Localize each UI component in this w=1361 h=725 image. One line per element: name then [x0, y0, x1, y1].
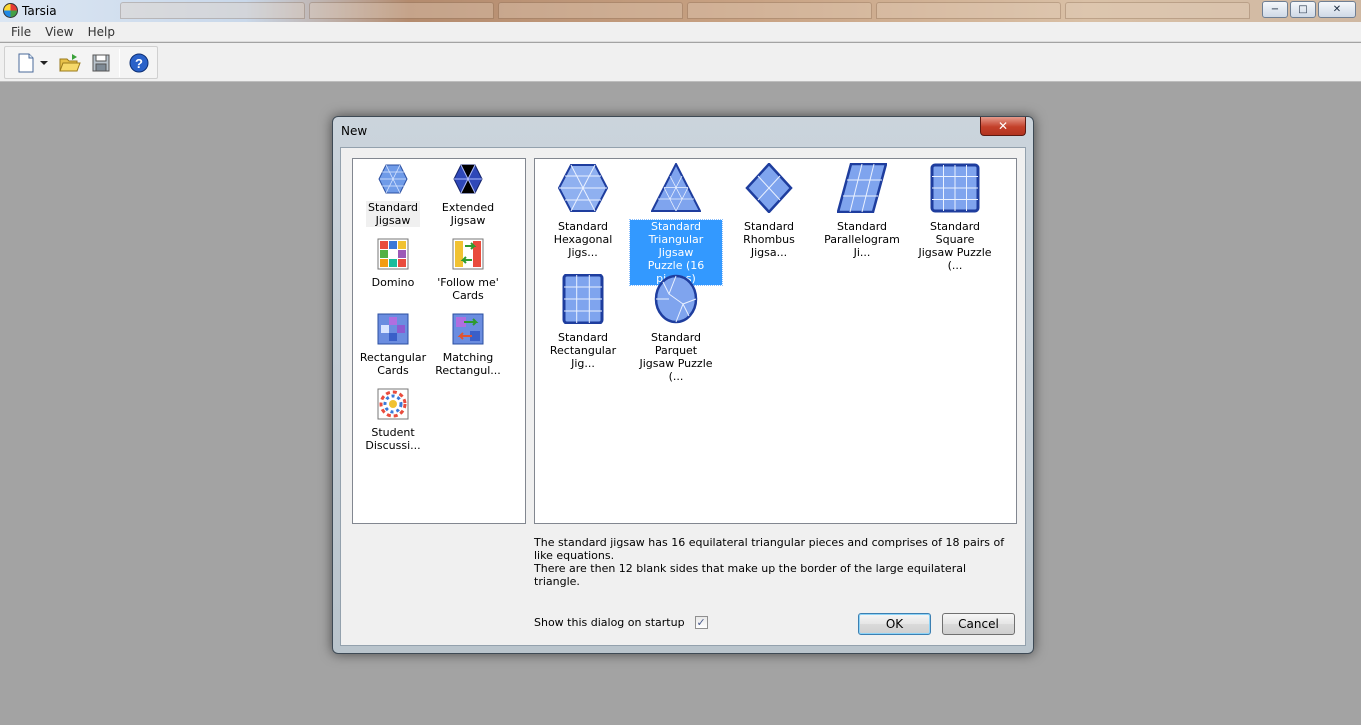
- category-matching-rectangular[interactable]: Matching Rectangul...: [430, 313, 506, 377]
- menu-view[interactable]: View: [38, 25, 80, 39]
- puzzle-label: Standard Rectangular Jig...: [549, 331, 617, 370]
- puzzle-label: Standard Rhombus Jigsa...: [743, 220, 795, 259]
- show-on-startup-label: Show this dialog on startup: [534, 616, 685, 629]
- domino-icon: [377, 238, 409, 270]
- tarsia-app-icon: [3, 3, 18, 18]
- open-button[interactable]: [58, 51, 82, 75]
- category-label: Domino: [371, 276, 415, 289]
- extended-hexagon-icon: [453, 164, 483, 194]
- new-document-button[interactable]: [14, 51, 38, 75]
- puzzle-description: The standard jigsaw has 16 equilateral t…: [534, 536, 1005, 588]
- dialog-close-button[interactable]: ✕: [980, 117, 1026, 136]
- window-title: Tarsia: [22, 4, 57, 18]
- new-dropdown-button[interactable]: [38, 51, 50, 75]
- dialog-body: Standard Jigsaw Extended Jigsaw Domino '…: [340, 147, 1026, 646]
- category-domino[interactable]: Domino: [355, 238, 431, 289]
- ok-button[interactable]: OK: [858, 613, 931, 635]
- rhombus-icon: [745, 162, 793, 214]
- category-list[interactable]: Standard Jigsaw Extended Jigsaw Domino '…: [352, 158, 526, 524]
- category-standard-jigsaw[interactable]: Standard Jigsaw: [355, 163, 431, 227]
- toolbar: ?: [0, 43, 1361, 82]
- page-icon: [18, 53, 34, 73]
- triangle-icon: [650, 161, 702, 212]
- menu-help[interactable]: Help: [81, 25, 122, 39]
- cancel-button[interactable]: Cancel: [942, 613, 1015, 635]
- chevron-down-icon: [40, 61, 48, 65]
- matching-rectangular-icon: [452, 313, 484, 345]
- save-icon: [92, 54, 110, 72]
- puzzle-standard-rectangular[interactable]: Standard Rectangular Jig...: [537, 273, 629, 370]
- window-close-button[interactable]: ✕: [1318, 1, 1356, 18]
- puzzle-standard-parallelogram[interactable]: Standard Parallelogram Ji...: [816, 162, 908, 259]
- puzzle-label: Standard Parquet Jigsaw Puzzle (...: [639, 331, 713, 383]
- minimize-button[interactable]: −: [1262, 1, 1288, 18]
- category-extended-jigsaw[interactable]: Extended Jigsaw: [430, 163, 506, 227]
- category-rectangular-cards[interactable]: Rectangular Cards: [355, 313, 431, 377]
- category-label: Standard Jigsaw: [365, 201, 421, 227]
- square-grid-icon: [930, 163, 980, 213]
- puzzle-label: Standard Hexagonal Jigs...: [553, 220, 613, 259]
- parallelogram-icon: [836, 162, 888, 214]
- puzzle-standard-square[interactable]: Standard Square Jigsaw Puzzle (...: [909, 163, 1001, 272]
- toolbar-separator: [119, 49, 120, 77]
- puzzle-label: Standard Parallelogram Ji...: [824, 220, 900, 259]
- help-button[interactable]: ?: [127, 51, 151, 75]
- svg-text:?: ?: [135, 56, 143, 71]
- category-label: Rectangular Cards: [359, 351, 427, 377]
- puzzle-list[interactable]: Standard Hexagonal Jigs... Standard Triang…: [534, 158, 1017, 524]
- title-bar: Tarsia − □ ✕: [0, 0, 1361, 22]
- parquet-circle-icon: [654, 274, 698, 324]
- puzzle-standard-rhombus[interactable]: Standard Rhombus Jigsa...: [723, 162, 815, 259]
- color-wheel-icon: [377, 388, 409, 420]
- puzzle-label: Standard Square Jigsaw Puzzle (...: [918, 220, 992, 272]
- show-on-startup-checkbox[interactable]: ✓: [694, 616, 708, 629]
- hexagon-jigsaw-icon: [378, 164, 408, 194]
- category-follow-me-cards[interactable]: 'Follow me' Cards: [430, 238, 506, 302]
- follow-me-cards-icon: [452, 238, 484, 270]
- rectangle-grid-icon: [562, 273, 604, 325]
- save-button[interactable]: [89, 51, 113, 75]
- rectangular-cards-icon: [377, 313, 409, 345]
- category-label: Student Discussi...: [365, 426, 421, 452]
- puzzle-standard-hexagonal[interactable]: Standard Hexagonal Jigs...: [537, 163, 629, 259]
- menu-file[interactable]: File: [4, 25, 38, 39]
- category-label: Extended Jigsaw: [441, 201, 495, 227]
- show-on-startup-row: Show this dialog on startup ✓: [534, 616, 708, 629]
- background-browser-tabs: [120, 2, 1250, 20]
- new-dialog: New ✕ Standard Jigsaw Extended Jigsaw Do…: [332, 116, 1034, 654]
- help-icon: ?: [129, 53, 149, 73]
- open-folder-icon: [59, 54, 81, 72]
- dialog-title: New: [341, 124, 368, 138]
- hexagon-icon: [557, 164, 609, 212]
- puzzle-standard-parquet[interactable]: Standard Parquet Jigsaw Puzzle (...: [630, 274, 722, 383]
- category-label: Matching Rectangul...: [435, 351, 501, 377]
- menu-bar: File View Help: [0, 22, 1361, 42]
- puzzle-standard-triangular[interactable]: StandardTriangular JigsawPuzzle (16 piec…: [629, 161, 723, 286]
- category-label: 'Follow me' Cards: [437, 276, 499, 302]
- category-student-discussion[interactable]: Student Discussi...: [355, 388, 431, 452]
- maximize-button[interactable]: □: [1290, 1, 1316, 18]
